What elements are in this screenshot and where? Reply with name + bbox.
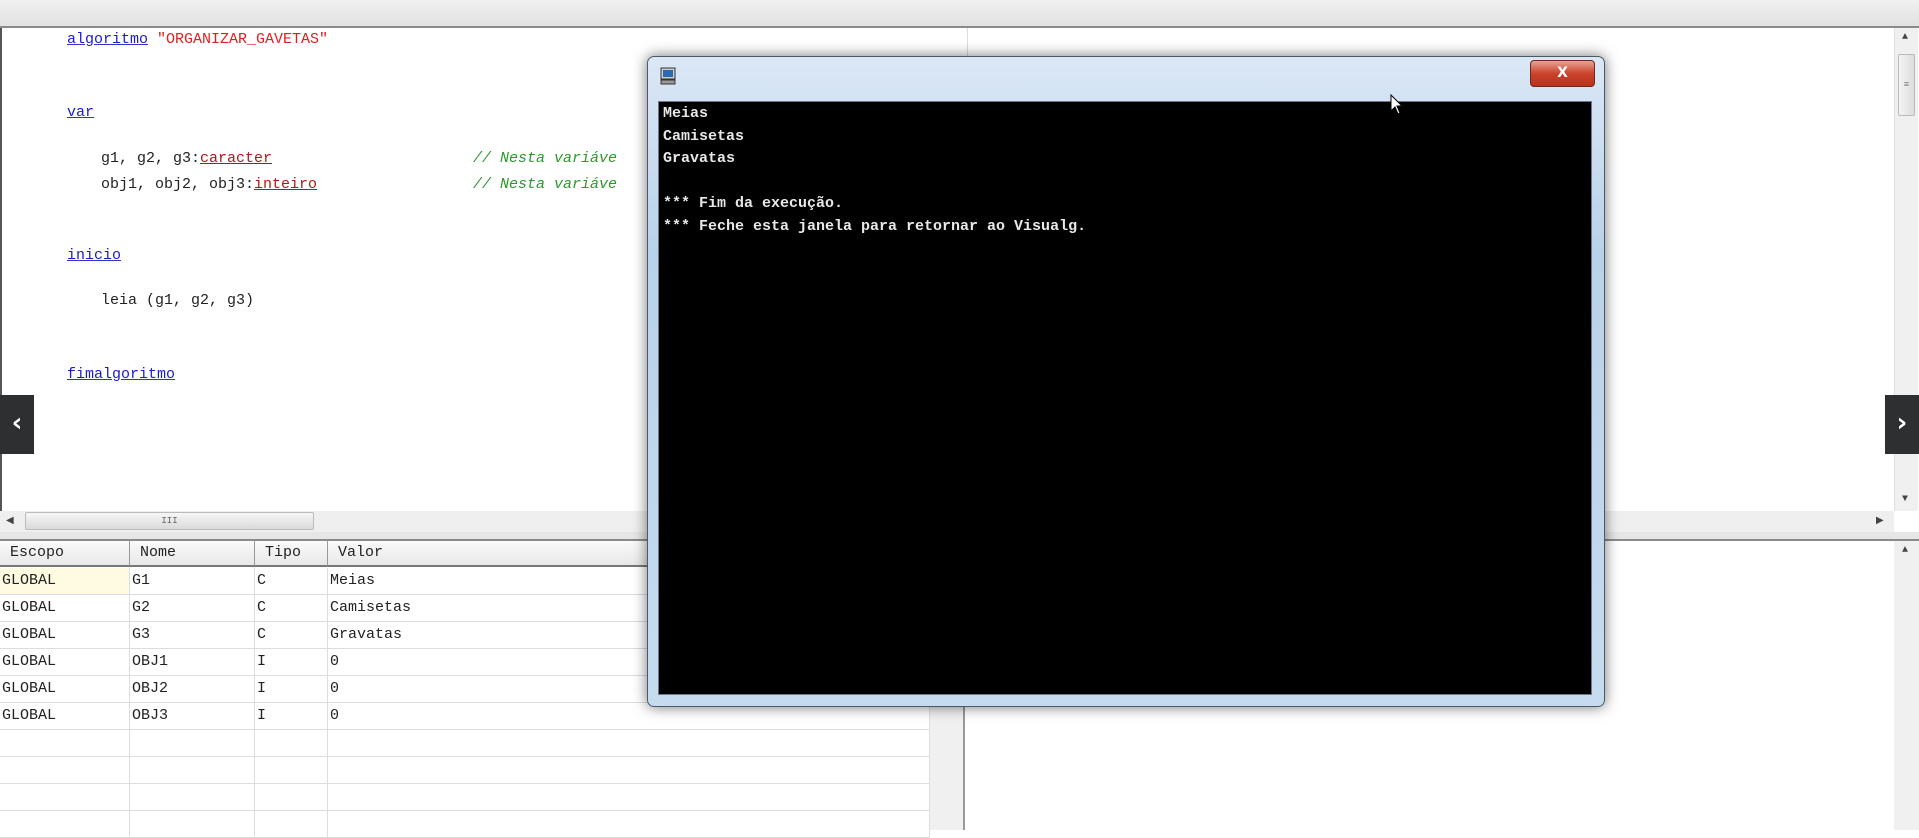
table-cell[interactable]: GLOBAL xyxy=(0,676,130,703)
table-cell[interactable]: 0 xyxy=(328,703,930,730)
table-cell[interactable]: GLOBAL xyxy=(0,703,130,730)
var-names: obj1, obj2, obj3: xyxy=(101,176,255,193)
table-cell[interactable]: GLOBAL xyxy=(0,595,130,622)
output-vertical-scrollbar[interactable]: ▲ xyxy=(1894,541,1919,830)
table-cell[interactable]: I xyxy=(255,676,328,703)
empty-cell[interactable] xyxy=(328,784,930,811)
previous-slide-button[interactable]: ‹ xyxy=(0,395,34,454)
code-comment-2: // Nesta variáve xyxy=(473,176,617,194)
top-toolbar xyxy=(0,0,1919,28)
table-cell[interactable]: I xyxy=(255,649,328,676)
scroll-left-icon[interactable]: ◀ xyxy=(6,515,14,527)
column-header-nome[interactable]: Nome xyxy=(130,541,255,567)
table-cell[interactable]: G2 xyxy=(130,595,255,622)
var-names: g1, g2, g3: xyxy=(101,150,201,167)
empty-cell[interactable] xyxy=(0,784,130,811)
console-line: *** Fim da execução. xyxy=(663,195,844,212)
table-cell[interactable]: I xyxy=(255,703,328,730)
table-cell[interactable]: GLOBAL xyxy=(0,622,130,649)
column-header-escopo[interactable]: Escopo xyxy=(0,541,130,567)
keyword: inicio xyxy=(67,247,122,264)
empty-cell[interactable] xyxy=(255,784,328,811)
next-slide-button[interactable]: › xyxy=(1885,395,1919,454)
string-literal: "ORGANIZAR_GAVETAS" xyxy=(157,31,329,48)
table-cell[interactable]: C xyxy=(255,622,328,649)
empty-cell[interactable] xyxy=(328,757,930,784)
empty-cell[interactable] xyxy=(255,757,328,784)
scroll-up-icon[interactable]: ▲ xyxy=(1902,545,1908,556)
code-line-6: leia (g1, g2, g3) xyxy=(101,292,255,309)
empty-cell[interactable] xyxy=(328,811,930,838)
close-button[interactable]: X xyxy=(1530,60,1595,87)
empty-cell[interactable] xyxy=(255,811,328,838)
code-line-7: fimalgoritmo xyxy=(67,366,175,384)
empty-cell[interactable] xyxy=(0,811,130,838)
type-keyword: inteiro xyxy=(254,176,318,193)
table-cell[interactable]: G1 xyxy=(130,568,255,595)
comment: // Nesta variáve xyxy=(473,150,618,167)
console-output: Meias Camisetas Gravatas *** Fim da execuçã… xyxy=(658,101,1592,695)
console-line: Meias xyxy=(663,105,709,122)
mouse-cursor-icon xyxy=(1390,94,1404,115)
table-cell[interactable]: OBJ3 xyxy=(130,703,255,730)
code-comment-1: // Nesta variáve xyxy=(473,150,617,168)
console-line: *** Feche esta janela para retornar ao V… xyxy=(663,217,1087,235)
keyword: fimalgoritmo xyxy=(67,366,176,383)
table-cell[interactable]: OBJ1 xyxy=(130,649,255,676)
empty-cell[interactable] xyxy=(130,784,255,811)
empty-cell[interactable] xyxy=(130,730,255,757)
table-cell[interactable]: GLOBAL xyxy=(0,649,130,676)
empty-cell[interactable] xyxy=(0,757,130,784)
console-line: Camisetas xyxy=(663,127,745,145)
empty-cell[interactable] xyxy=(328,730,930,757)
type-keyword: caracter xyxy=(200,150,273,167)
table-cell[interactable]: GLOBAL xyxy=(0,568,130,595)
console-app-icon xyxy=(660,67,676,85)
comment: // Nesta variáve xyxy=(473,176,618,193)
empty-cell[interactable] xyxy=(255,730,328,757)
scroll-thumb[interactable]: III xyxy=(25,512,314,530)
code-line-2: var xyxy=(67,104,94,122)
keyword: algoritmo xyxy=(67,31,149,48)
empty-cell[interactable] xyxy=(130,757,255,784)
empty-cell[interactable] xyxy=(0,730,130,757)
table-cell[interactable]: OBJ2 xyxy=(130,676,255,703)
scroll-right-icon[interactable]: ▶ xyxy=(1876,515,1884,527)
code-line-3: g1, g2, g3:caracter xyxy=(101,150,272,168)
table-cell[interactable]: C xyxy=(255,568,328,595)
table-cell[interactable]: C xyxy=(255,595,328,622)
scroll-up-icon[interactable]: ▲ xyxy=(1902,32,1908,43)
console-line: Gravatas xyxy=(663,150,736,167)
table-cell[interactable]: G3 xyxy=(130,622,255,649)
column-header-tipo[interactable]: Tipo xyxy=(255,541,328,567)
code-line-1: algoritmo "ORGANIZAR_GAVETAS" xyxy=(67,31,328,49)
empty-cell[interactable] xyxy=(130,811,255,838)
keyword: var xyxy=(67,104,95,121)
console-window: X Meias Camisetas Gravatas *** Fim da execu… xyxy=(647,56,1605,707)
code-line-4: obj1, obj2, obj3:inteiro xyxy=(101,176,317,194)
scroll-down-icon[interactable]: ▼ xyxy=(1902,494,1908,505)
scroll-thumb[interactable]: ≡ xyxy=(1898,54,1915,116)
code-line-5: inicio xyxy=(67,247,121,265)
